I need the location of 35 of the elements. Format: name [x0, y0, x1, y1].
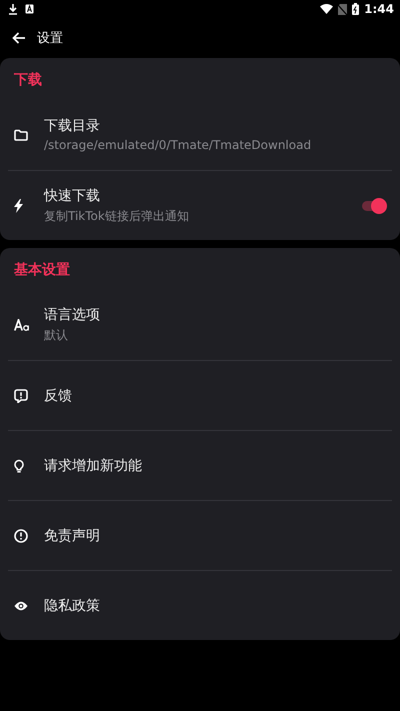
feedback-icon — [14, 388, 28, 402]
back-arrow-icon[interactable] — [12, 32, 26, 44]
settings-item[interactable]: 反馈 — [0, 361, 400, 430]
eye-icon — [14, 600, 28, 610]
item-label: 请求增加新功能 — [44, 456, 143, 474]
settings-item[interactable]: 下载目录 /storage/emulated/0/Tmate/TmateDownload — [0, 99, 400, 170]
no-sim-icon — [338, 4, 348, 14]
settings-item[interactable]: 隐私政策 — [0, 571, 400, 640]
folder-icon — [14, 128, 28, 140]
toggle-switch[interactable] — [362, 200, 384, 210]
lightbulb-icon — [14, 458, 24, 472]
settings-item[interactable]: 语言选项 默认 — [0, 289, 400, 360]
item-subtitle: 复制TikTok链接后弹出通知 — [44, 208, 190, 224]
notification-icon — [25, 4, 34, 14]
item-subtitle: /storage/emulated/0/Tmate/TmateDownload — [44, 138, 312, 152]
settings-item[interactable]: 快速下载 复制TikTok链接后弹出通知 — [0, 171, 400, 240]
item-label: 快速下载 — [44, 186, 101, 204]
item-label: 反馈 — [44, 386, 73, 404]
item-subtitle: 默认 — [44, 326, 69, 344]
item-label: 隐私政策 — [44, 596, 101, 614]
status-time: 1:44 — [364, 2, 394, 16]
item-label: 下载目录 — [44, 117, 101, 135]
lightning-icon — [14, 198, 23, 212]
battery-icon — [352, 3, 360, 15]
settings-item[interactable]: 请求增加新功能 — [0, 431, 400, 500]
page-title: 设置 — [37, 30, 63, 47]
alert-circle-icon — [14, 528, 28, 542]
section-title: 基本设置 — [13, 261, 71, 280]
font-size-icon — [14, 318, 30, 330]
wifi-icon — [320, 4, 334, 14]
settings-item[interactable]: 免责声明 — [0, 501, 400, 570]
download-icon — [8, 4, 18, 14]
item-label: 语言选项 — [44, 306, 101, 324]
section-title: 下载 — [13, 71, 43, 90]
item-label: 免责声明 — [44, 526, 101, 544]
